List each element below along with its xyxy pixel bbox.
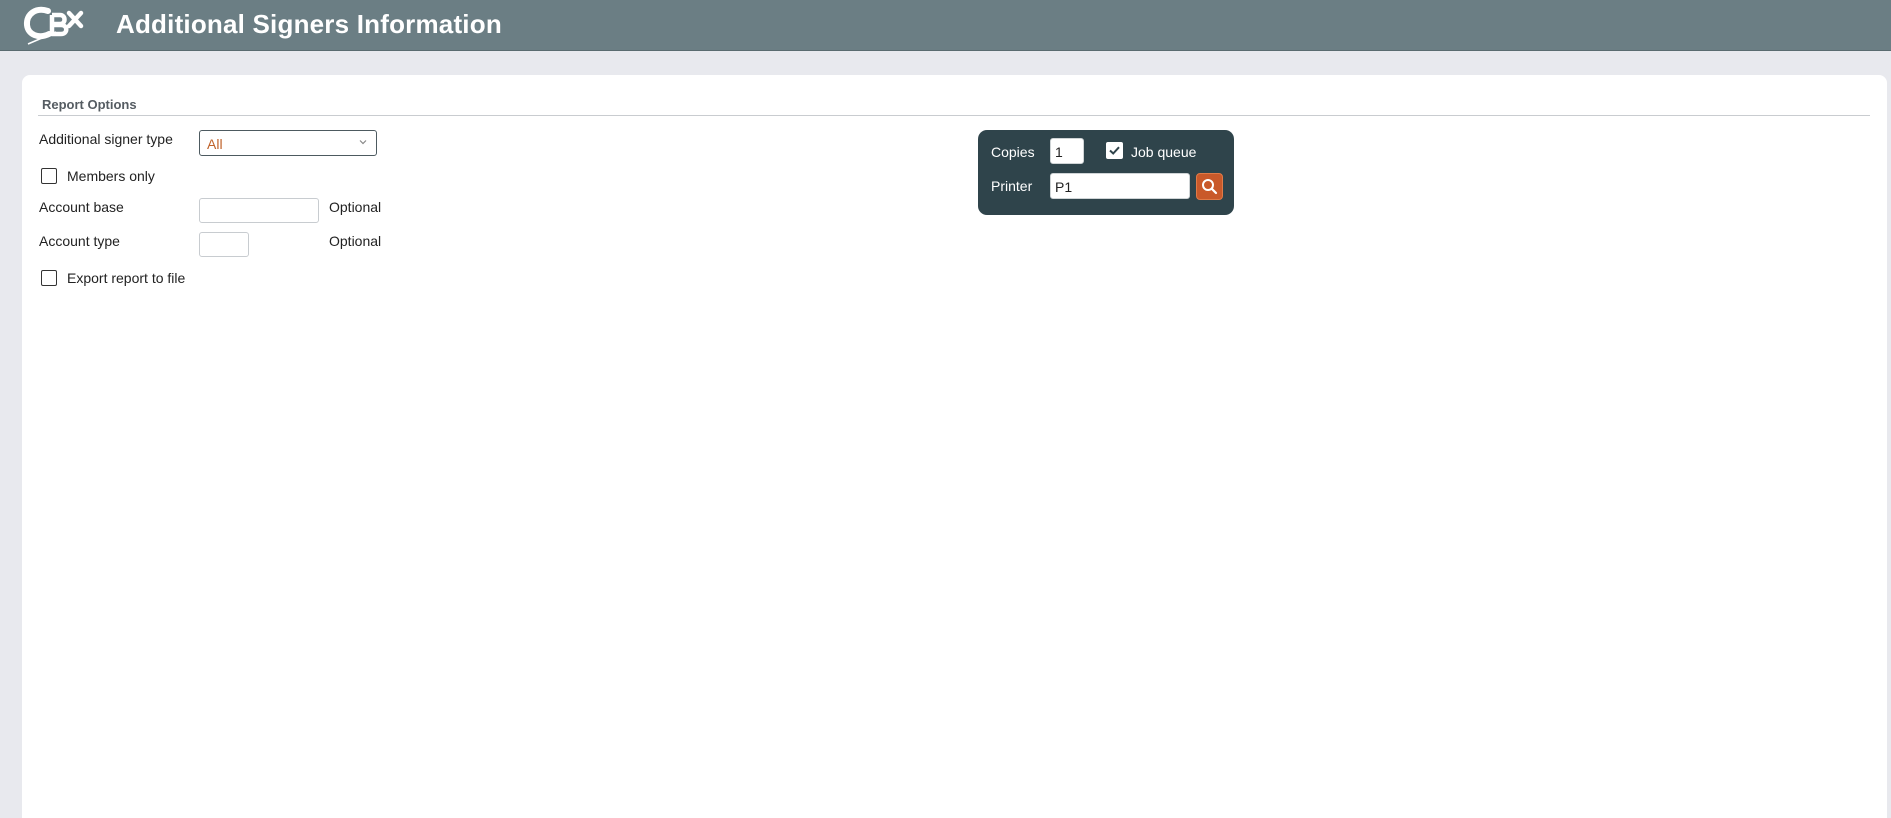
checkmark-icon <box>1109 146 1120 155</box>
search-icon <box>1202 179 1218 195</box>
printer-label: Printer <box>991 178 1033 194</box>
members-only-checkbox[interactable] <box>41 168 57 184</box>
print-options-box: Copies 1 Job queue Printer P1 <box>978 130 1234 215</box>
export-to-file-checkbox[interactable] <box>41 270 57 286</box>
section-title: Report Options <box>42 97 137 112</box>
export-to-file-label: Export report to file <box>67 270 186 286</box>
members-only-label: Members only <box>67 168 155 184</box>
account-type-input[interactable] <box>199 232 249 257</box>
job-queue-label: Job queue <box>1131 144 1197 160</box>
signer-type-select[interactable]: All <box>199 130 377 156</box>
account-base-input[interactable] <box>199 198 319 223</box>
cbx-logo <box>23 6 84 45</box>
app-header: Additional Signers Information <box>0 0 1891 51</box>
copies-input[interactable]: 1 <box>1050 138 1084 164</box>
signer-type-value: All <box>207 136 223 152</box>
report-options-panel: Report Options Additional signer type Al… <box>22 75 1887 818</box>
copies-label: Copies <box>991 144 1035 160</box>
job-queue-checkbox[interactable] <box>1106 142 1123 159</box>
printer-input[interactable]: P1 <box>1050 173 1190 199</box>
account-type-hint: Optional <box>329 233 382 249</box>
section-divider <box>38 115 1870 116</box>
account-base-label: Account base <box>39 199 124 215</box>
chevron-down-icon <box>359 140 367 145</box>
account-type-label: Account type <box>39 233 120 249</box>
page-title: Additional Signers Information <box>116 9 502 39</box>
signer-type-label: Additional signer type <box>39 131 173 147</box>
account-base-hint: Optional <box>329 199 382 215</box>
printer-search-button[interactable] <box>1196 173 1223 200</box>
